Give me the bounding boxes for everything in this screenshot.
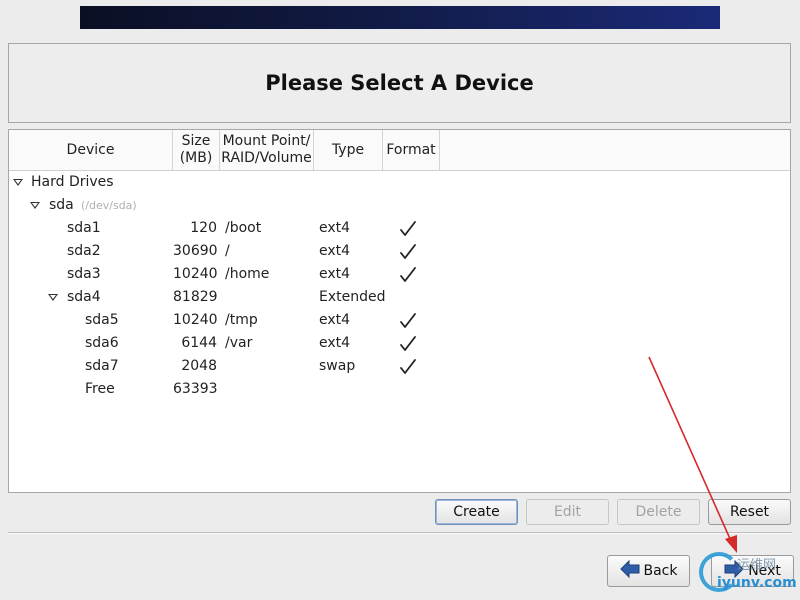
column-header-size[interactable]: Size (MB) xyxy=(173,130,220,170)
filesystem-type: ext4 xyxy=(319,335,351,351)
device-name: sda3 xyxy=(67,266,101,282)
column-label-mount-line2: RAID/Volume xyxy=(221,150,312,166)
expander-triangle-icon[interactable] xyxy=(13,179,23,186)
device-path: (/dev/sda) xyxy=(81,199,137,212)
edit-button[interactable]: Edit xyxy=(526,499,609,525)
format-checkmark-icon xyxy=(399,220,417,238)
separator xyxy=(8,532,792,534)
filesystem-type: ext4 xyxy=(319,220,351,236)
back-button-label: Back xyxy=(643,563,678,579)
device-name: sda6 xyxy=(85,335,119,351)
device-name: sda2 xyxy=(67,243,101,259)
tree-row[interactable]: sda7 2048 swap xyxy=(9,355,790,378)
mount-point: /boot xyxy=(225,220,262,236)
column-label-mount: Mount Point/RAID/Volume xyxy=(221,133,311,167)
next-button[interactable]: Next xyxy=(711,555,794,587)
filesystem-type: Extended xyxy=(319,289,386,305)
column-header-type[interactable]: Type xyxy=(314,130,383,170)
device-size: 120 xyxy=(190,220,217,236)
filesystem-type: ext4 xyxy=(319,243,351,259)
tree-row[interactable]: sda1 120/boot ext4 xyxy=(9,217,790,240)
device-tree[interactable]: Device Size (MB) Mount Point/RAID/Volume … xyxy=(8,129,791,493)
mount-point: / xyxy=(225,243,230,259)
title-panel: Please Select A Device xyxy=(8,43,791,123)
next-arrow-icon xyxy=(724,559,744,582)
filesystem-type: ext4 xyxy=(319,266,351,282)
device-name: Free xyxy=(85,381,115,397)
tree-row[interactable]: Free 63393 xyxy=(9,378,790,401)
back-button[interactable]: Back xyxy=(607,555,690,587)
format-checkmark-icon xyxy=(399,243,417,261)
filesystem-type: ext4 xyxy=(319,312,351,328)
device-size: 10240 xyxy=(173,312,218,328)
tree-header: Device Size (MB) Mount Point/RAID/Volume … xyxy=(9,130,790,171)
column-label-size: Size (MB) xyxy=(180,133,213,167)
device-name: sda7 xyxy=(85,358,119,374)
filesystem-type: swap xyxy=(319,358,356,374)
format-checkmark-icon xyxy=(399,335,417,353)
tree-row[interactable]: sda (/dev/sda) xyxy=(9,194,790,217)
mount-point: /tmp xyxy=(225,312,258,328)
format-checkmark-icon xyxy=(399,266,417,284)
mount-point: /var xyxy=(225,335,253,351)
device-name: sda1 xyxy=(67,220,101,236)
column-label-device: Device xyxy=(66,141,115,158)
column-header-device[interactable]: Device xyxy=(9,130,173,170)
tree-row[interactable]: sda4 81829 Extended xyxy=(9,286,790,309)
device-size xyxy=(173,171,217,194)
format-checkmark-icon xyxy=(399,312,417,330)
device-size: 30690 xyxy=(173,243,218,259)
tree-row[interactable]: Hard Drives xyxy=(9,171,790,194)
expander-triangle-icon[interactable] xyxy=(48,294,58,301)
column-label-mount-line1: Mount Point/ xyxy=(222,133,311,149)
next-button-label: Next xyxy=(748,563,781,579)
tree-row[interactable]: sda2 30690 / ext4 xyxy=(9,240,790,263)
format-checkmark-icon xyxy=(399,358,417,376)
page-title: Please Select A Device xyxy=(265,71,534,95)
device-size xyxy=(173,194,217,217)
column-label-type: Type xyxy=(331,141,365,158)
expander-triangle-icon[interactable] xyxy=(30,202,40,209)
column-header-format[interactable]: Format xyxy=(383,130,440,170)
device-name: Hard Drives xyxy=(31,174,114,190)
column-label-size-line2: (MB) xyxy=(179,150,213,166)
create-button[interactable]: Create xyxy=(435,499,518,525)
device-name: sda5 xyxy=(85,312,119,328)
column-label-format: Format xyxy=(386,141,436,158)
column-header-mount[interactable]: Mount Point/RAID/Volume xyxy=(220,130,314,170)
device-size: 81829 xyxy=(173,289,218,305)
delete-button[interactable]: Delete xyxy=(617,499,700,525)
tree-row[interactable]: sda6 6144/var ext4 xyxy=(9,332,790,355)
column-label-size-line1: Size xyxy=(181,133,211,149)
tree-row[interactable]: sda5 10240/tmp ext4 xyxy=(9,309,790,332)
back-arrow-icon xyxy=(619,559,640,582)
device-size: 10240 xyxy=(173,266,218,282)
device-name: sda xyxy=(49,197,74,213)
mount-point: /home xyxy=(225,266,270,282)
tree-row[interactable]: sda3 10240/home ext4 xyxy=(9,263,790,286)
device-size: 63393 xyxy=(173,381,218,397)
device-name: sda4 xyxy=(67,289,101,305)
device-size: 6144 xyxy=(181,335,217,351)
reset-button[interactable]: Reset xyxy=(708,499,791,525)
header-banner xyxy=(80,6,720,29)
device-size: 2048 xyxy=(181,358,217,374)
